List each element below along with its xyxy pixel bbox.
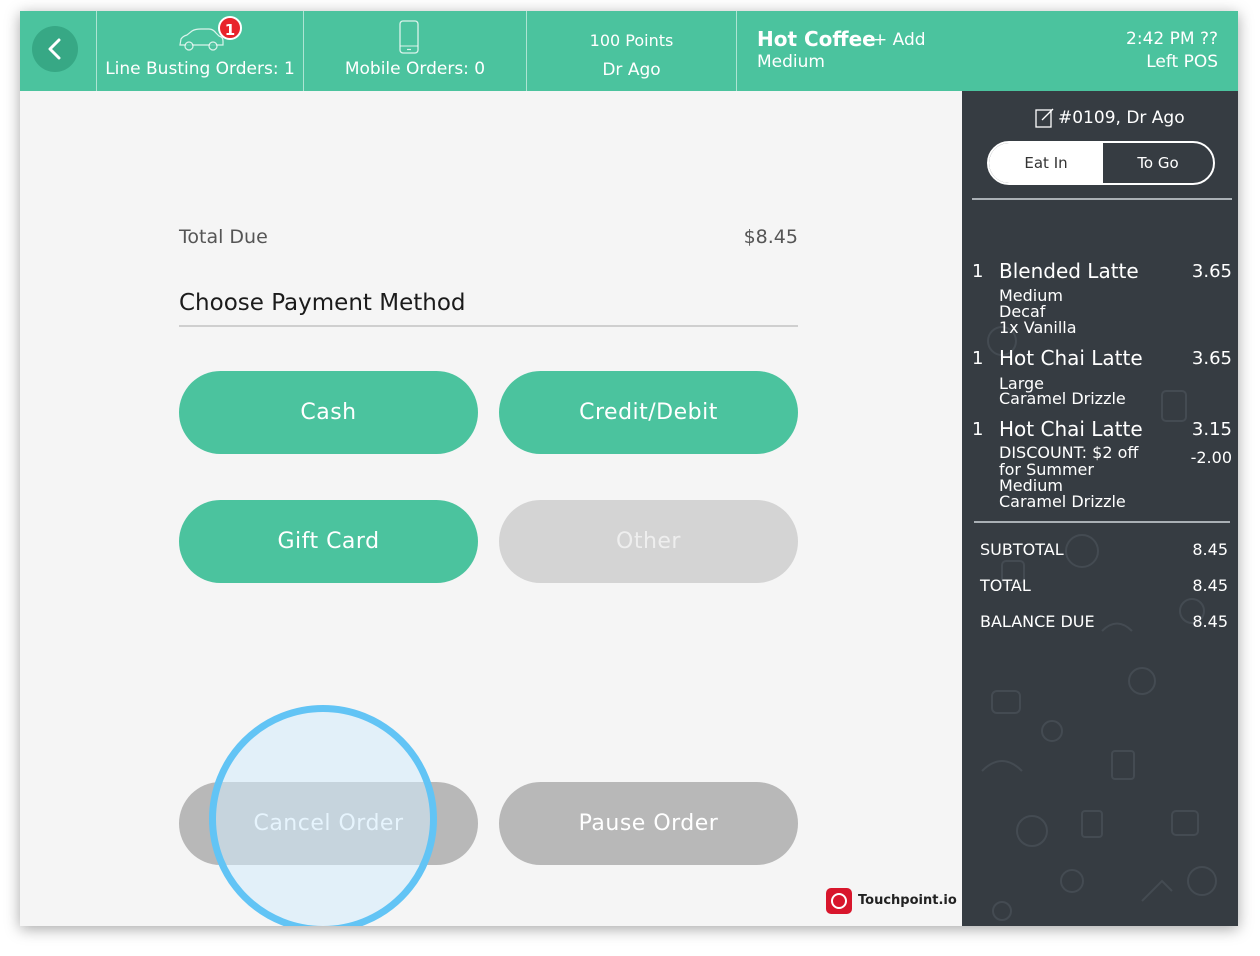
dining-option-toggle: Eat In To Go — [987, 141, 1215, 185]
total-due-amount: $8.45 — [743, 226, 798, 248]
phone-icon — [399, 20, 419, 54]
notification-badge: 1 — [218, 16, 242, 40]
subtotal-value: 8.45 — [1192, 540, 1228, 559]
mobile-orders[interactable]: Mobile Orders: 0 — [304, 11, 526, 91]
current-item-panel: Hot Coffee + Add Medium 2:42 PM ?? Left … — [737, 11, 1238, 91]
item-price: 3.65 — [1191, 348, 1232, 369]
cancel-order-button[interactable]: Cancel Order — [179, 782, 478, 865]
order-number: #0109, Dr Ago — [1058, 108, 1185, 128]
to-go-option[interactable]: To Go — [1103, 143, 1213, 183]
pos-terminal-name: Left POS — [1146, 52, 1218, 72]
touchpoint-logo-icon — [826, 888, 852, 914]
divider — [972, 198, 1232, 200]
item-modifier: Caramel Drizzle — [999, 492, 1126, 511]
item-name: Hot Chai Latte — [999, 417, 1143, 441]
other-button[interactable]: Other — [499, 500, 798, 583]
total-due-label: Total Due — [179, 226, 268, 248]
pause-order-button[interactable]: Pause Order — [499, 782, 798, 865]
gift-card-button[interactable]: Gift Card — [179, 500, 478, 583]
order-summary-sidebar: #0109, Dr Ago Eat In To Go 1 Blended Lat… — [962, 91, 1238, 926]
add-item-link[interactable]: + Add — [873, 30, 926, 50]
item-discount: -2.00 — [1190, 448, 1232, 467]
item-price: 3.65 — [1191, 261, 1232, 282]
chevron-left-icon — [48, 38, 61, 60]
item-name: Blended Latte — [999, 259, 1139, 283]
item-quantity: 1 — [972, 261, 984, 282]
balance-due-value: 8.45 — [1192, 612, 1228, 631]
cash-button[interactable]: Cash — [179, 371, 478, 454]
total-value: 8.45 — [1192, 576, 1228, 595]
line-busting-orders[interactable]: 1 Line Busting Orders: 1 — [97, 11, 303, 91]
item-quantity: 1 — [972, 348, 984, 369]
item-modifier: Caramel Drizzle — [999, 389, 1126, 408]
clock: 2:42 PM ?? — [1126, 29, 1218, 49]
credit-debit-button[interactable]: Credit/Debit — [499, 371, 798, 454]
back-button[interactable] — [32, 26, 78, 72]
pos-app: 1 Line Busting Orders: 1 Mobile Orders: … — [20, 11, 1238, 926]
subtotal-label: SUBTOTAL — [980, 540, 1064, 559]
item-modifier: 1x Vanilla — [999, 318, 1077, 337]
current-item-size: Medium — [757, 52, 825, 72]
divider — [974, 521, 1230, 523]
mobile-orders-label: Mobile Orders: 0 — [344, 59, 486, 79]
item-name: Hot Chai Latte — [999, 346, 1143, 370]
balance-due-label: BALANCE DUE — [980, 612, 1095, 631]
current-item-title: Hot Coffee — [757, 27, 876, 51]
customer-points: 100 Points — [589, 31, 674, 50]
payment-method-heading: Choose Payment Method — [179, 290, 466, 316]
edit-note-icon — [1035, 108, 1054, 128]
customer-info[interactable]: 100 Points Dr Ago — [527, 11, 736, 91]
top-bar: 1 Line Busting Orders: 1 Mobile Orders: … — [20, 11, 1238, 91]
customer-name: Dr Ago — [602, 60, 661, 80]
eat-in-option[interactable]: Eat In — [989, 143, 1103, 183]
brand-name: Touchpoint.io — [858, 893, 957, 908]
item-price: 3.15 — [1191, 419, 1232, 440]
total-label: TOTAL — [980, 576, 1031, 595]
line-busting-label: Line Busting Orders: 1 — [105, 59, 295, 79]
divider — [179, 325, 798, 327]
item-quantity: 1 — [972, 419, 984, 440]
